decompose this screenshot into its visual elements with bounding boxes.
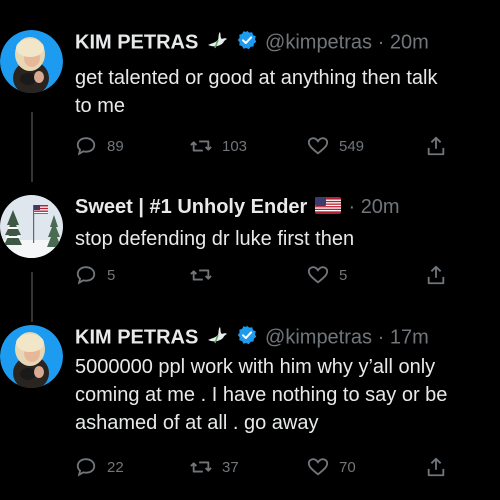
dove-emoji-icon <box>206 30 228 56</box>
share-icon <box>427 457 445 477</box>
like-count: 70 <box>339 458 356 476</box>
heart-icon <box>307 458 329 476</box>
tweet-header: KIM PETRAS @kimpetras · 17m <box>75 325 429 351</box>
separator-dot: · <box>377 326 385 349</box>
handle[interactable]: @kimpetras <box>265 31 372 53</box>
display-name[interactable]: KIM PETRAS <box>75 326 198 348</box>
timestamp[interactable]: 20m <box>361 196 400 218</box>
avatar[interactable] <box>0 325 63 388</box>
share-icon <box>427 265 445 285</box>
verified-badge-icon <box>237 30 257 56</box>
reply-button[interactable]: 89 <box>75 134 124 158</box>
reply-count: 22 <box>107 458 124 476</box>
tweet-1[interactable]: KIM PETRAS @kimpetras · 20m get talented… <box>0 30 500 170</box>
timestamp[interactable]: 20m <box>390 31 429 53</box>
retweet-icon <box>190 269 212 281</box>
like-count: 549 <box>339 137 365 155</box>
share-button[interactable] <box>425 263 447 287</box>
tweet-actions: 89 103 549 <box>75 134 455 158</box>
tweet-text: 5000000 ppl work with him why y’all only… <box>75 356 448 434</box>
tweet-header: Sweet | #1 Unholy Ender · 20m <box>75 195 400 220</box>
verified-badge-icon <box>237 325 257 351</box>
handle[interactable]: @kimpetras <box>265 326 372 348</box>
retweet-count: 37 <box>222 458 239 476</box>
separator-dot: · <box>377 31 385 54</box>
reply-icon <box>76 458 96 477</box>
us-flag-emoji-icon <box>314 196 341 220</box>
tweet-2[interactable]: Sweet | #1 Unholy Ender · 20m stop defen… <box>0 195 500 295</box>
share-icon <box>427 136 445 156</box>
retweet-button[interactable] <box>190 263 222 287</box>
retweet-button[interactable]: 103 <box>190 134 247 158</box>
tweet-text: stop defending dr luke first then <box>75 228 355 250</box>
retweet-icon <box>190 140 212 152</box>
avatar-kim-petras-image <box>0 30 63 93</box>
like-button[interactable]: 5 <box>307 263 347 287</box>
retweet-count: 103 <box>222 137 248 155</box>
share-button[interactable] <box>425 455 447 479</box>
avatar[interactable] <box>0 195 63 258</box>
avatar-kim-petras-image <box>0 325 63 388</box>
reply-icon <box>76 266 96 285</box>
like-count: 5 <box>339 266 348 284</box>
share-button[interactable] <box>425 134 447 158</box>
avatar[interactable] <box>0 30 63 93</box>
heart-icon <box>307 266 329 284</box>
retweet-button[interactable]: 37 <box>190 455 239 479</box>
reply-icon <box>76 137 96 156</box>
dove-emoji-icon <box>206 325 228 351</box>
tweet-header: KIM PETRAS @kimpetras · 20m <box>75 30 429 56</box>
heart-icon <box>307 137 329 155</box>
timestamp[interactable]: 17m <box>390 326 429 348</box>
reply-count: 5 <box>107 266 116 284</box>
separator-dot: · <box>348 196 356 218</box>
reply-count: 89 <box>107 137 124 155</box>
tweet-actions: 5 5 <box>75 263 455 287</box>
tweet-3[interactable]: KIM PETRAS @kimpetras · 17m 5000000 ppl … <box>0 325 500 495</box>
reply-button[interactable]: 5 <box>75 263 115 287</box>
display-name[interactable]: KIM PETRAS <box>75 31 198 53</box>
like-button[interactable]: 70 <box>307 455 356 479</box>
avatar-snowy-trees-flag-image <box>0 195 63 258</box>
tweet-text: get talented or good at anything then ta… <box>75 67 438 117</box>
tweet-actions: 22 37 70 <box>75 455 455 479</box>
retweet-icon <box>190 461 212 473</box>
display-name[interactable]: Sweet | #1 Unholy Ender <box>75 196 307 218</box>
reply-button[interactable]: 22 <box>75 455 124 479</box>
like-button[interactable]: 549 <box>307 134 364 158</box>
